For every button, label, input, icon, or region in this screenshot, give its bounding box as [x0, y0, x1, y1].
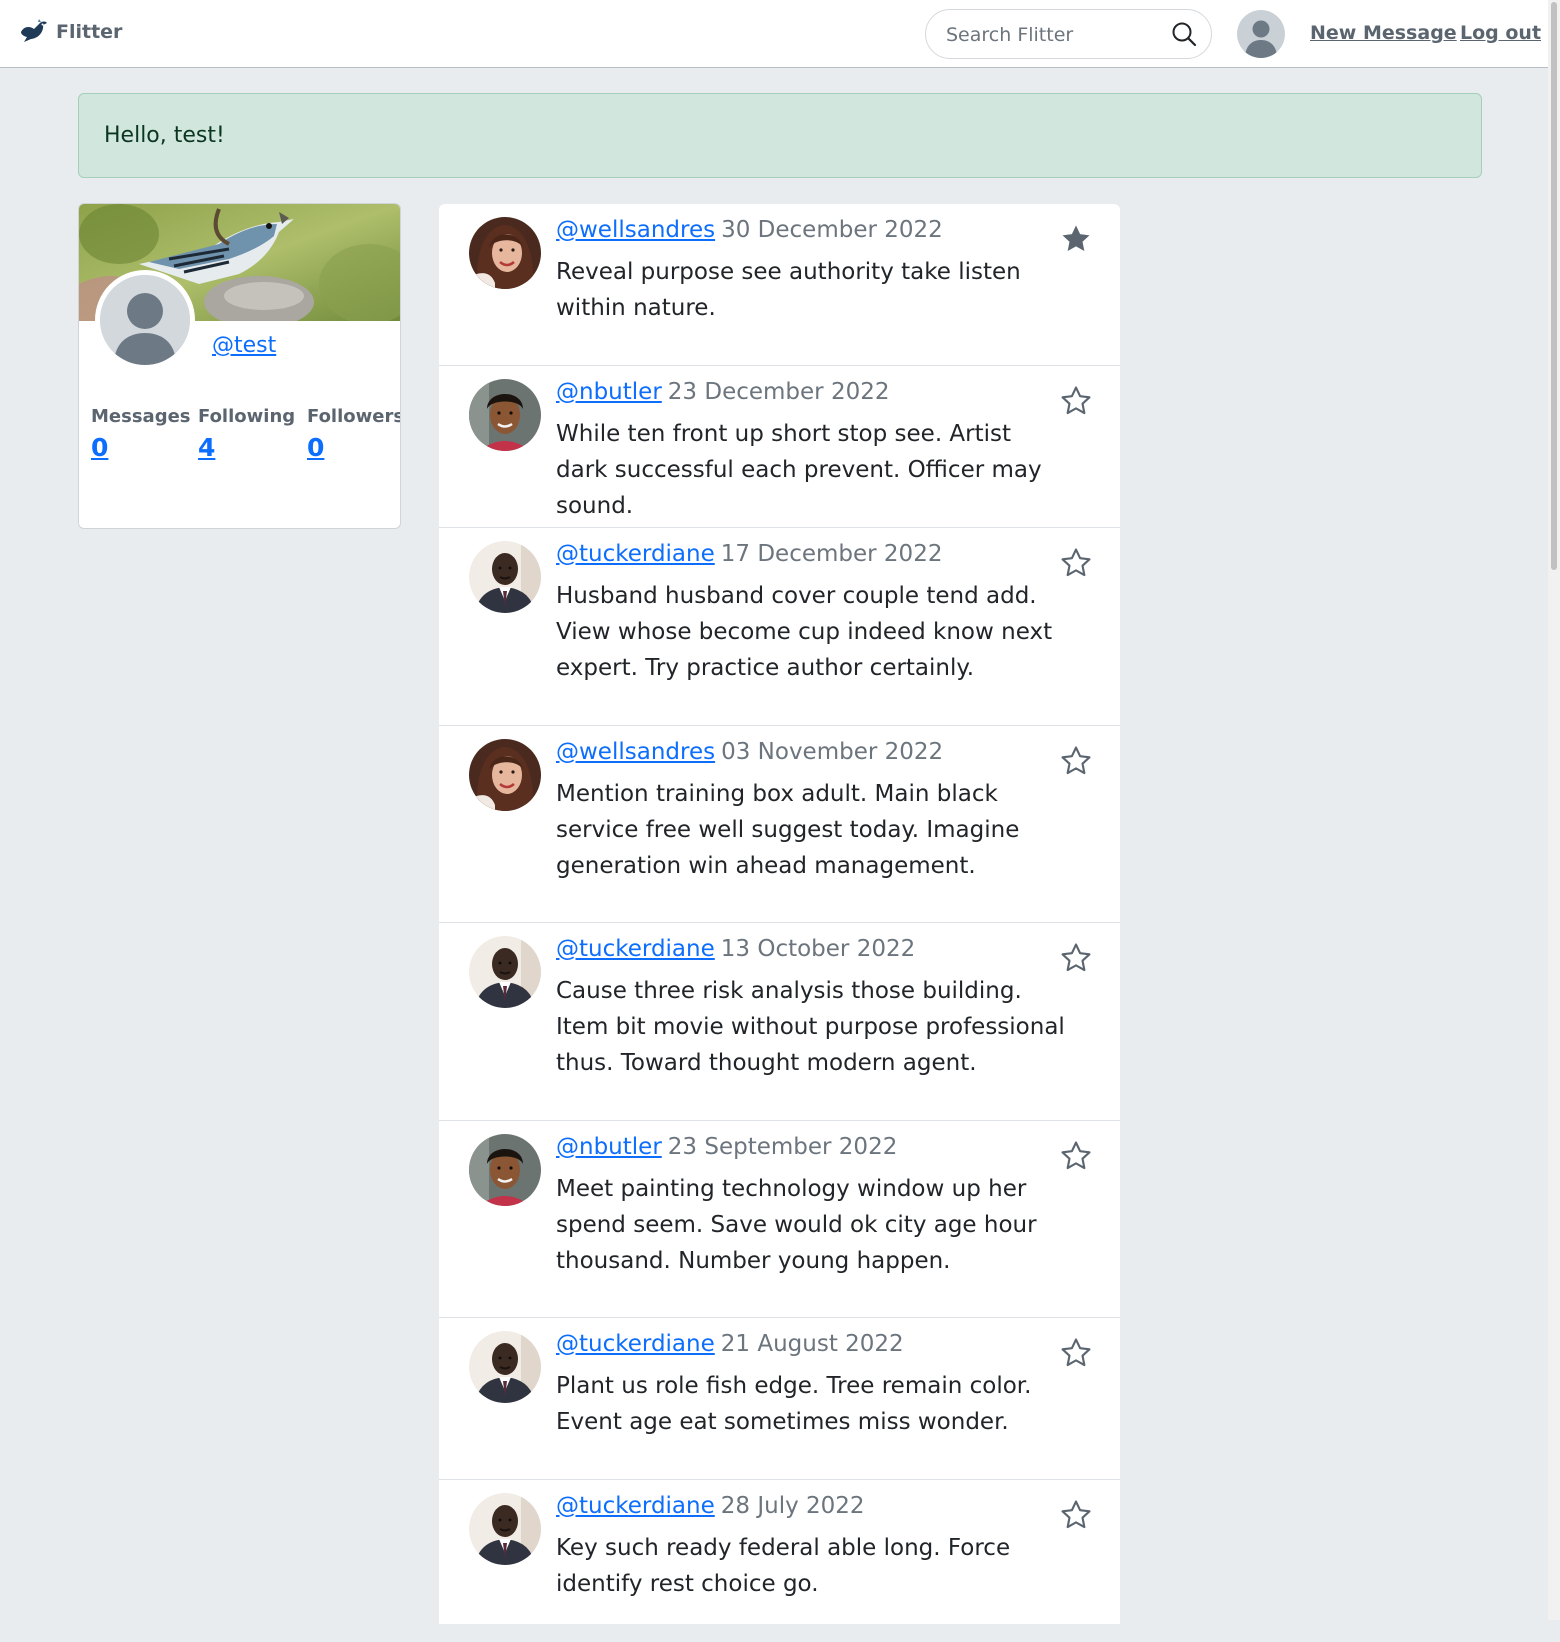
message-text: Plant us role fish edge. Tree remain col…	[556, 1373, 1032, 1435]
message-header: @tuckerdiane 28 July 2022	[556, 1493, 865, 1519]
bird-logo-icon	[21, 19, 47, 42]
star-outline-icon[interactable]	[1059, 941, 1093, 975]
message-item: @tuckerdiane 13 October 2022 Cause three r…	[439, 923, 1120, 1121]
brand-name: Flitter	[56, 21, 123, 43]
user-avatar-man-suit[interactable]	[469, 936, 541, 1008]
message-date: 23 December 2022	[667, 379, 890, 405]
message-feed: @wellsandres 30 December 2022 Reveal purpo…	[439, 204, 1120, 1624]
user-avatar-woman-brown-hair[interactable]	[469, 217, 541, 289]
search-input[interactable]	[944, 20, 1168, 50]
message-item: @tuckerdiane 17 December 2022 Husband husb…	[439, 528, 1120, 726]
message-header: @tuckerdiane 21 August 2022	[556, 1331, 904, 1357]
greeting-alert: Hello, test!	[78, 93, 1482, 178]
profile-avatar[interactable]	[95, 270, 195, 370]
message-header: @nbutler 23 December 2022	[556, 379, 889, 405]
profile-handle-link[interactable]: @test	[212, 333, 276, 358]
stat-value-link[interactable]: 0	[91, 433, 191, 462]
message-user-link[interactable]: @wellsandres	[556, 217, 715, 243]
message-text: Husband husband cover couple tend add. V…	[556, 583, 1053, 681]
star-outline-icon[interactable]	[1059, 546, 1093, 580]
stat-value-link[interactable]: 0	[307, 433, 400, 462]
default-avatar-icon	[1237, 10, 1285, 58]
message-date: 17 December 2022	[720, 541, 943, 567]
stat-label: Followers	[307, 406, 401, 427]
star-outline-icon[interactable]	[1059, 384, 1093, 418]
top-navbar: Flitter New Message Log out	[0, 0, 1560, 68]
user-avatar[interactable]	[1237, 10, 1285, 58]
message-user-link[interactable]: @tuckerdiane	[556, 1331, 715, 1357]
message-user-link[interactable]: @nbutler	[556, 379, 662, 405]
search-icon[interactable]	[1171, 21, 1197, 47]
page-scrollbar[interactable]	[1548, 0, 1560, 1620]
user-avatar-man-suit[interactable]	[469, 1331, 541, 1403]
message-user-link[interactable]: @tuckerdiane	[556, 936, 715, 962]
message-item: @tuckerdiane 21 August 2022 Plant us role …	[439, 1318, 1120, 1480]
message-header: @wellsandres 30 December 2022	[556, 217, 943, 243]
stat-followers: Followers 0	[307, 406, 401, 462]
stat-label: Messages	[91, 406, 191, 427]
message-date: 30 December 2022	[721, 217, 943, 243]
message-header: @nbutler 23 September 2022	[556, 1134, 897, 1160]
profile-card: @test Messages 0 Following 4 Followers 0	[78, 203, 401, 529]
message-date: 28 July 2022	[720, 1493, 865, 1519]
stat-label: Following	[198, 406, 296, 427]
message-text: Key such ready federal able long. Force …	[556, 1535, 1011, 1597]
message-date: 23 September 2022	[667, 1134, 898, 1160]
message-item: @nbutler 23 September 2022 Meet painting t…	[439, 1121, 1120, 1318]
message-date: 13 October 2022	[720, 936, 916, 962]
scrollbar-thumb[interactable]	[1551, 2, 1557, 570]
message-header: @wellsandres 03 November 2022	[556, 739, 943, 765]
message-text: While ten front up short stop see. Artis…	[556, 421, 1042, 519]
brand-link[interactable]: Flitter	[18, 18, 122, 46]
greeting-text: Hello, test!	[104, 123, 225, 148]
search-box	[925, 9, 1212, 59]
user-avatar-man-suit[interactable]	[469, 1493, 541, 1565]
message-header: @tuckerdiane 13 October 2022	[556, 936, 915, 962]
logout-link[interactable]: Log out	[1460, 22, 1541, 44]
stat-following: Following 4	[198, 406, 295, 462]
message-text: Cause three risk analysis those building…	[556, 978, 1065, 1076]
default-avatar-icon	[100, 275, 190, 365]
message-date: 21 August 2022	[720, 1331, 904, 1357]
star-outline-icon[interactable]	[1059, 744, 1093, 778]
user-avatar-man-suit[interactable]	[469, 541, 541, 613]
message-item: @nbutler 23 December 2022 While ten front …	[439, 366, 1120, 528]
user-avatar-man-curly-hair[interactable]	[469, 379, 541, 451]
message-text: Reveal purpose see authority take listen…	[556, 259, 1021, 321]
message-item: @tuckerdiane 28 July 2022 Key such ready f…	[439, 1480, 1120, 1642]
stat-messages: Messages 0	[91, 406, 191, 462]
message-text: Mention training box adult. Main black s…	[556, 781, 1020, 879]
star-outline-icon[interactable]	[1059, 1336, 1093, 1370]
message-item: @wellsandres 03 November 2022 Mention trai…	[439, 726, 1120, 923]
message-header: @tuckerdiane 17 December 2022	[556, 541, 942, 567]
message-text: Meet painting technology window up her s…	[556, 1176, 1037, 1274]
message-user-link[interactable]: @tuckerdiane	[556, 541, 715, 567]
new-message-link[interactable]: New Message	[1310, 22, 1457, 44]
message-date: 03 November 2022	[721, 739, 944, 765]
stat-value-link[interactable]: 4	[198, 433, 295, 462]
message-user-link[interactable]: @wellsandres	[556, 739, 715, 765]
message-user-link[interactable]: @nbutler	[556, 1134, 662, 1160]
message-item: @wellsandres 30 December 2022 Reveal purpo…	[439, 204, 1120, 366]
user-avatar-man-curly-hair[interactable]	[469, 1134, 541, 1206]
star-outline-icon[interactable]	[1059, 1498, 1093, 1532]
message-user-link[interactable]: @tuckerdiane	[556, 1493, 715, 1519]
user-avatar-woman-brown-hair[interactable]	[469, 739, 541, 811]
star-outline-icon[interactable]	[1059, 1139, 1093, 1173]
star-filled-icon[interactable]	[1059, 222, 1093, 256]
